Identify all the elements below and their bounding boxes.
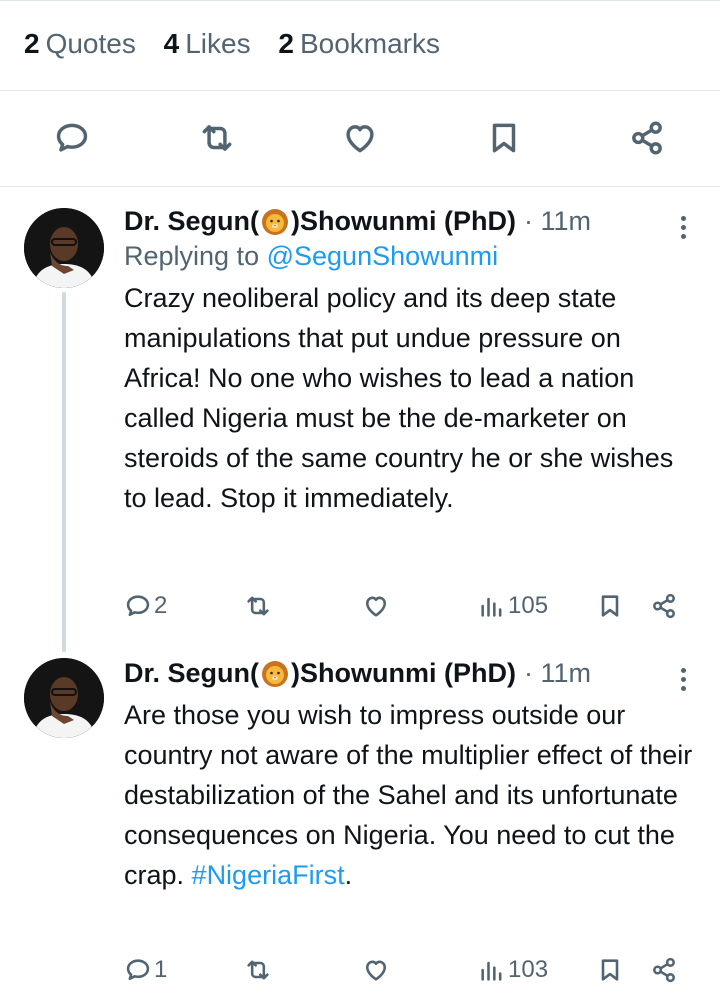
bookmark-icon [601, 595, 619, 617]
retweet-icon [247, 596, 269, 616]
avatar[interactable] [24, 658, 104, 738]
tweet-1-action-bar: 2 105 [124, 588, 698, 624]
like-icon [365, 596, 387, 617]
bookmarks-stat[interactable]: 2 Bookmarks [278, 28, 440, 59]
like-button[interactable] [362, 588, 390, 624]
profile-photo [24, 658, 104, 738]
retweet-button[interactable] [244, 952, 272, 988]
view-count: 103 [508, 956, 549, 983]
lion-face-emoji-icon [262, 208, 289, 235]
views-button[interactable]: 103 [478, 952, 548, 988]
tweet-header: Dr. Segun( )Showunmi (PhD) · 11m [124, 206, 698, 237]
share-icon [653, 957, 675, 983]
like-button[interactable] [362, 952, 390, 988]
reply-icon [126, 959, 150, 981]
tweet-header: Dr. Segun( )Showunmi (PhD) · 11m [124, 658, 698, 689]
view-count: 105 [508, 592, 549, 619]
like-icon [346, 125, 374, 153]
share-button[interactable] [650, 952, 678, 988]
share-icon [653, 593, 675, 619]
retweet-button[interactable] [189, 110, 245, 166]
tweet-text: Crazy neoliberal policy and its deep sta… [124, 283, 674, 513]
views-chart-icon [481, 961, 502, 981]
tweet-text: Are those you wish to impress outside ou… [124, 700, 693, 890]
more-options-button[interactable] [668, 212, 698, 242]
bookmark-button[interactable] [476, 110, 532, 166]
reply-icon [56, 123, 88, 152]
timestamp[interactable]: · 11m [524, 206, 591, 237]
reply-count: 2 [154, 592, 168, 619]
tweet-2: Dr. Segun( )Showunmi (PhD) · 11m Are tho… [124, 658, 698, 895]
more-options-button[interactable] [668, 664, 698, 694]
tweet-stats: 2 Quotes 4 Likes 2 Bookmarks [24, 28, 460, 60]
retweet-icon [247, 960, 269, 980]
thread-connector [62, 292, 66, 652]
display-name[interactable]: Dr. Segun( )Showunmi (PhD) [124, 658, 516, 689]
top-divider [0, 0, 720, 1]
profile-photo [24, 208, 104, 288]
hashtag-link[interactable]: #NigeriaFirst [192, 860, 345, 890]
bookmark-icon [492, 123, 516, 153]
reply-icon [126, 595, 150, 617]
replying-handle-link[interactable]: @SegunShowunmi [267, 241, 499, 271]
avatar[interactable] [24, 208, 104, 288]
more-vertical-icon [680, 214, 686, 241]
bookmark-button[interactable] [596, 588, 624, 624]
like-button[interactable] [332, 110, 388, 166]
reply-button[interactable]: 1 [124, 952, 167, 988]
stats-divider [0, 90, 720, 91]
reply-count: 1 [154, 956, 168, 983]
tweet-2-action-bar: 1 103 [124, 952, 698, 988]
share-button[interactable] [619, 110, 675, 166]
bookmark-icon [601, 959, 619, 981]
share-button[interactable] [650, 588, 678, 624]
display-name[interactable]: Dr. Segun( )Showunmi (PhD) [124, 206, 516, 237]
views-button[interactable]: 105 [478, 588, 548, 624]
quotes-stat[interactable]: 2 Quotes [24, 28, 136, 59]
replying-to: Replying to @SegunShowunmi [124, 241, 499, 271]
tweet-1: Dr. Segun( )Showunmi (PhD) · 11m Replyin… [124, 206, 698, 518]
timestamp[interactable]: · 11m [524, 658, 591, 689]
actions-divider [0, 186, 720, 187]
bookmark-button[interactable] [596, 952, 624, 988]
tweet-action-bar [0, 110, 720, 166]
reply-button[interactable] [44, 110, 100, 166]
reply-button[interactable]: 2 [124, 588, 167, 624]
views-chart-icon [481, 597, 502, 617]
share-icon [632, 121, 662, 155]
retweet-button[interactable] [244, 588, 272, 624]
lion-face-emoji-icon [262, 660, 289, 687]
retweet-icon [202, 125, 232, 151]
like-icon [365, 960, 387, 981]
likes-stat[interactable]: 4 Likes [164, 28, 251, 59]
more-vertical-icon [680, 666, 686, 693]
